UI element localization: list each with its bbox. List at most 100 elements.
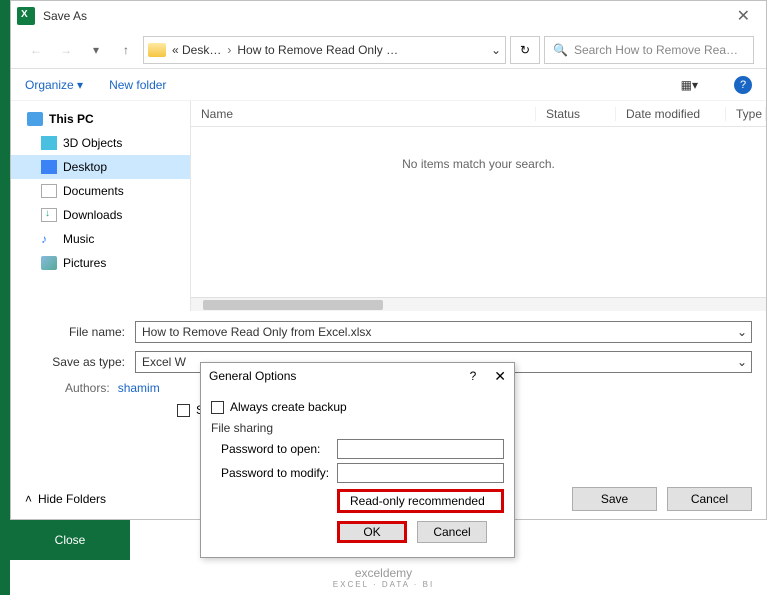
help-icon[interactable]: ? [470, 369, 477, 383]
toolbar: Organize ▾ New folder ▦▾ ? [11, 69, 766, 101]
pwd-modify-row: Password to modify: [211, 461, 504, 485]
breadcrumb-part[interactable]: « Desk… [170, 43, 223, 57]
window-title: Save As [43, 9, 87, 23]
refresh-button[interactable]: ↻ [510, 36, 540, 64]
backup-label: Always create backup [230, 400, 347, 414]
list-header: Name Status Date modified Type [191, 101, 766, 127]
chevron-down-icon[interactable]: ⌄ [491, 43, 501, 57]
hide-folders-button[interactable]: ˄ Hide Folders [25, 492, 106, 506]
breadcrumb-part[interactable]: How to Remove Read Only … [235, 43, 400, 57]
saveastype-label: Save as type: [25, 355, 135, 369]
folder-tree: This PC 3D Objects Desktop Documents Dow… [11, 101, 191, 311]
close-panel[interactable]: Close [10, 520, 130, 560]
tree-pictures[interactable]: Pictures [11, 251, 190, 275]
forward-button[interactable]: → [53, 37, 79, 63]
pwd-modify-input[interactable] [337, 463, 504, 483]
backup-row: Always create backup [211, 395, 504, 419]
filename-value: How to Remove Read Only from Excel.xlsx [142, 325, 371, 339]
app-sidebar-green [0, 0, 10, 595]
tree-downloads[interactable]: Downloads [11, 203, 190, 227]
filename-row: File name: How to Remove Read Only from … [25, 321, 752, 343]
readonly-row: Read-only recommended [337, 489, 504, 513]
cancel-label: Cancel [433, 525, 470, 539]
picture-icon [41, 256, 57, 270]
saveastype-value: Excel W [142, 355, 186, 369]
tree-label: Downloads [63, 208, 122, 222]
close-icon[interactable]: ✕ [727, 2, 760, 30]
author-value[interactable]: shamim [118, 381, 160, 395]
search-placeholder: Search How to Remove Rea… [574, 43, 738, 57]
pwd-modify-label: Password to modify: [211, 466, 331, 480]
new-folder-button[interactable]: New folder [109, 78, 166, 92]
cancel-label: Cancel [691, 492, 728, 506]
ok-button[interactable]: OK [337, 521, 407, 543]
titlebar: Save As ✕ [11, 1, 766, 31]
dialog-titlebar: General Options ? ✕ [201, 363, 514, 389]
watermark: exceldemy EXCEL · DATA · BI [333, 566, 434, 589]
pwd-open-row: Password to open: [211, 437, 504, 461]
cancel-button[interactable]: Cancel [417, 521, 487, 543]
tree-label: Music [63, 232, 94, 246]
column-type[interactable]: Type [726, 107, 766, 121]
tree-label: Desktop [63, 160, 107, 174]
tree-label: Documents [63, 184, 124, 198]
music-icon: ♪ [41, 232, 57, 246]
filename-label: File name: [25, 325, 135, 339]
horizontal-scrollbar[interactable] [191, 297, 766, 311]
chevron-down-icon[interactable]: ⌄ [737, 325, 747, 339]
close-icon[interactable]: ✕ [494, 368, 506, 385]
cancel-button[interactable]: Cancel [667, 487, 752, 511]
ok-label: OK [363, 525, 380, 539]
navigation-bar: ← → ▾ ↑ « Desk… › How to Remove Read Onl… [11, 31, 766, 69]
backup-checkbox[interactable] [211, 401, 224, 414]
dialog-body: Always create backup File sharing Passwo… [201, 389, 514, 557]
dialog-footer: OK Cancel [211, 513, 504, 547]
view-icon: ▦▾ [681, 78, 698, 92]
column-name[interactable]: Name [191, 107, 536, 121]
recent-dropdown-icon[interactable]: ▾ [83, 37, 109, 63]
download-icon [41, 208, 57, 222]
up-button[interactable]: ↑ [113, 37, 139, 63]
footer-buttons: Save Cancel [572, 487, 752, 511]
column-date[interactable]: Date modified [616, 107, 726, 121]
filename-input[interactable]: How to Remove Read Only from Excel.xlsx … [135, 321, 752, 343]
content-area: This PC 3D Objects Desktop Documents Dow… [11, 101, 766, 311]
hide-folders-label: Hide Folders [38, 492, 106, 506]
readonly-label: Read-only recommended [350, 494, 485, 508]
pc-icon [27, 112, 43, 126]
save-button[interactable]: Save [572, 487, 657, 511]
close-label: Close [55, 533, 86, 547]
desktop-icon [41, 160, 57, 174]
tree-label: Pictures [63, 256, 106, 270]
tree-documents[interactable]: Documents [11, 179, 190, 203]
pwd-open-label: Password to open: [211, 442, 331, 456]
tree-music[interactable]: ♪ Music [11, 227, 190, 251]
tree-label: 3D Objects [63, 136, 122, 150]
watermark-sub: EXCEL · DATA · BI [333, 580, 434, 589]
document-icon [41, 184, 57, 198]
tree-this-pc[interactable]: This PC [11, 107, 190, 131]
chevron-right-icon: › [227, 43, 231, 57]
folder-icon [148, 43, 166, 57]
view-options-button[interactable]: ▦▾ [681, 78, 698, 92]
thumbnail-checkbox[interactable] [177, 404, 190, 417]
general-options-dialog: General Options ? ✕ Always create backup… [200, 362, 515, 558]
tree-3d-objects[interactable]: 3D Objects [11, 131, 190, 155]
chevron-down-icon[interactable]: ⌄ [737, 355, 747, 369]
filesharing-label: File sharing [211, 421, 504, 435]
authors-label: Authors: [65, 381, 110, 395]
cube-icon [41, 136, 57, 150]
search-input[interactable]: 🔍 Search How to Remove Rea… [544, 36, 754, 64]
dialog-title: General Options [209, 369, 470, 383]
excel-icon [17, 7, 35, 25]
back-button[interactable]: ← [23, 37, 49, 63]
pwd-open-input[interactable] [337, 439, 504, 459]
address-bar[interactable]: « Desk… › How to Remove Read Only … ⌄ [143, 36, 506, 64]
search-icon: 🔍 [553, 43, 568, 57]
column-status[interactable]: Status [536, 107, 616, 121]
empty-message: No items match your search. [191, 157, 766, 171]
help-icon[interactable]: ? [734, 76, 752, 94]
organize-button[interactable]: Organize ▾ [25, 78, 83, 92]
tree-desktop[interactable]: Desktop [11, 155, 190, 179]
scrollbar-thumb[interactable] [203, 300, 383, 310]
